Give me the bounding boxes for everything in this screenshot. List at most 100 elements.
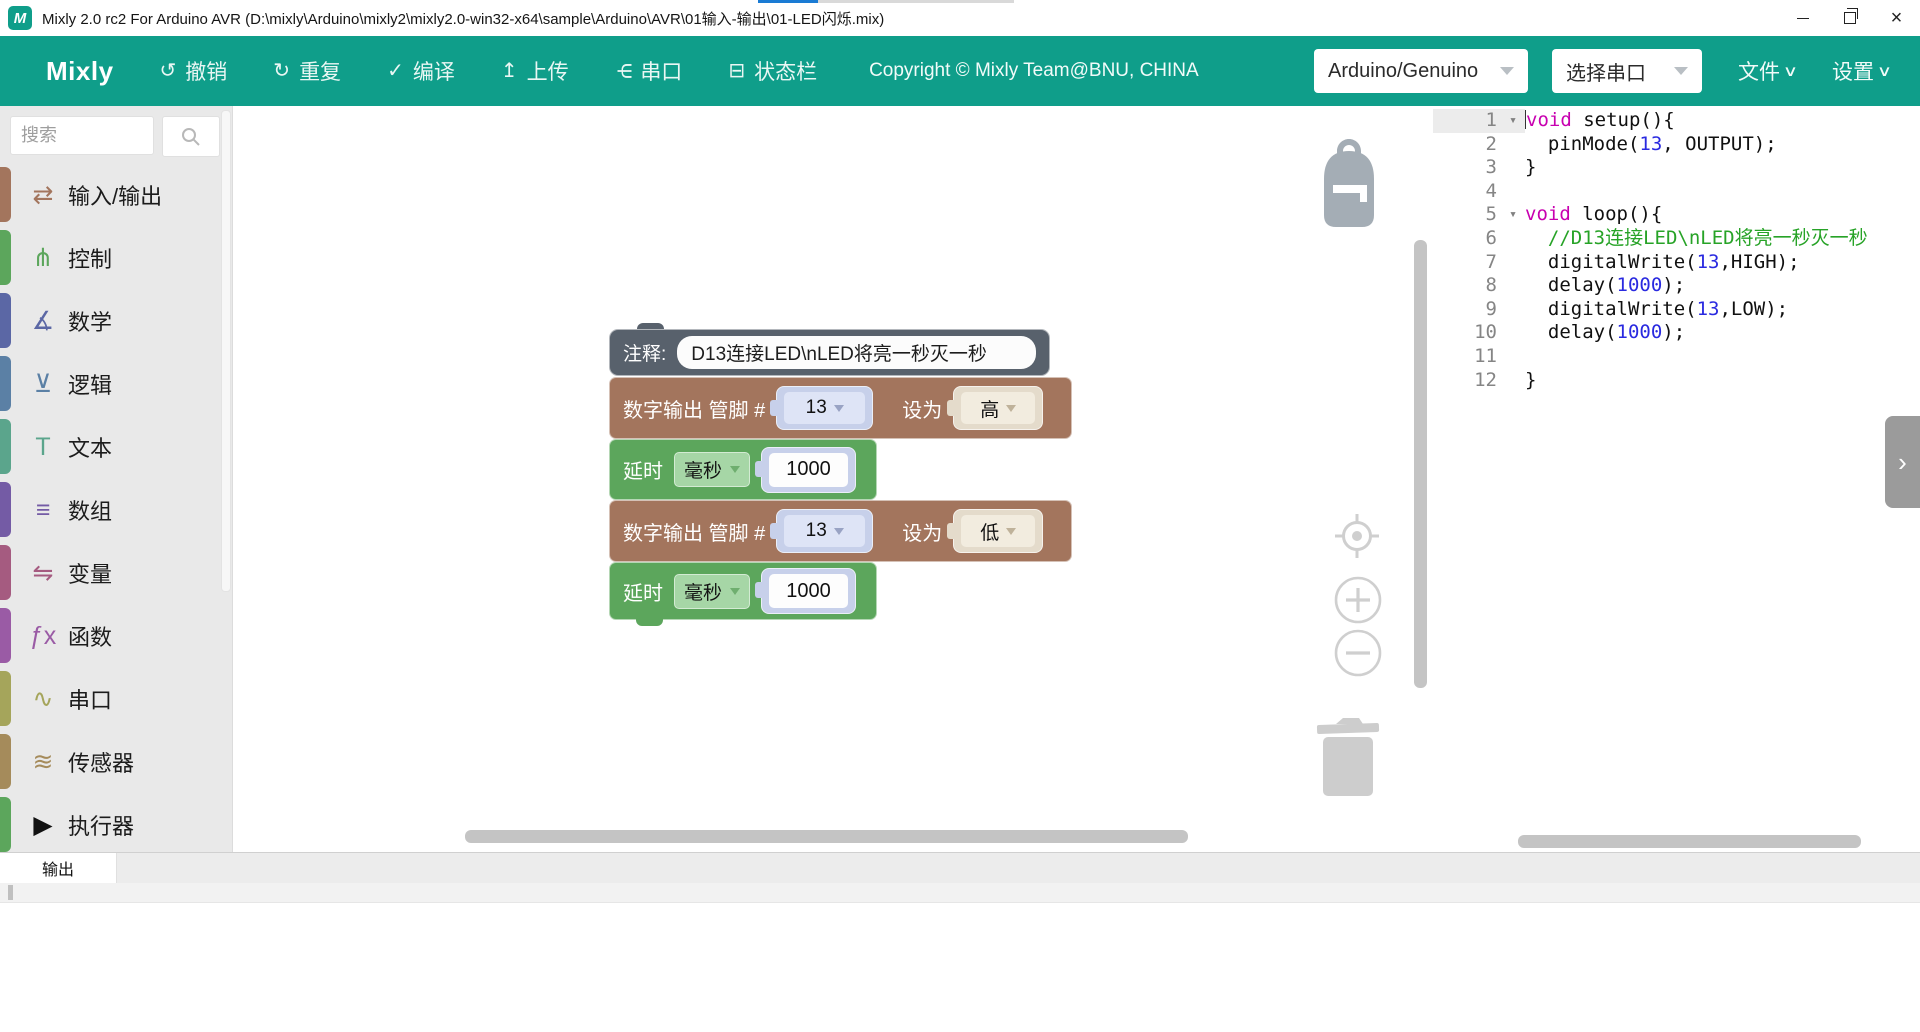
line-number: 12 [1433,369,1501,393]
pin-value: 13 [806,397,827,419]
unit-dropdown[interactable]: 毫秒 [674,574,750,609]
sidebar-scrollbar[interactable] [221,110,231,592]
output-tab-bar: 输出 [0,853,1920,883]
comment-block[interactable]: 注释: D13连接LED\nLED将亮一秒灭一秒 [609,329,1050,376]
state-block[interactable]: 高 [953,386,1043,430]
canvas-horizontal-scrollbar[interactable] [465,830,1188,843]
close-button[interactable]: × [1873,0,1920,36]
sidebar-item-5[interactable]: ≡数组 [0,478,232,541]
delay-label: 延时 [623,455,663,484]
logic-icon: ⊻ [24,370,62,398]
board-select[interactable]: Arduino/Genuino [1314,49,1528,93]
port-select[interactable]: 选择串口 [1552,49,1702,93]
sidebar-item-1[interactable]: ⋔控制 [0,226,232,289]
code-line-12: 12} [1433,369,1920,393]
state-dropdown[interactable]: 高 [961,392,1035,424]
output-panel: 输出 [0,852,1920,1032]
category-color-strip [0,419,11,474]
digital-write-block-1[interactable]: 数字输出 管脚 # 13 设为 高 [609,377,1072,439]
sidebar-item-9[interactable]: ≋传感器 [0,730,232,793]
line-number: 4 [1433,180,1501,204]
delay-block-2[interactable]: 延时 毫秒 1000 [609,562,877,620]
dropdown-caret-icon [834,405,844,412]
sidebar-item-10[interactable]: ▶执行器 [0,793,232,856]
category-label: 传感器 [68,746,134,778]
state-dropdown[interactable]: 低 [961,515,1035,547]
code-horizontal-scrollbar[interactable] [1518,835,1861,848]
tab-output[interactable]: 输出 [0,853,117,883]
blockly-workspace[interactable]: 注释: D13连接LED\nLED将亮一秒灭一秒 数字输出 管脚 # 13 设为… [233,106,1433,852]
search-button[interactable] [162,116,220,157]
pin-value: 13 [806,520,827,542]
block-notch [636,619,663,626]
sidebar-item-7[interactable]: ƒx函数 [0,604,232,667]
block-tab [947,523,955,539]
zoom-in-button[interactable] [1333,575,1383,630]
zoom-out-button[interactable] [1333,628,1383,683]
code-text: pinMode(13, OUTPUT); [1525,133,1920,157]
upload-button[interactable]: ↥上传 [501,56,569,86]
zoom-reset-button[interactable] [1333,512,1381,565]
dropdown-caret-icon [730,588,740,595]
sidebar-item-6[interactable]: ⇋变量 [0,541,232,604]
number-field[interactable]: 1000 [769,574,848,608]
sidebar-item-3[interactable]: ⊻逻辑 [0,352,232,415]
category-label: 函数 [68,620,112,652]
canvas-vertical-scrollbar[interactable] [1414,240,1427,688]
sidebar-item-2[interactable]: ∡数学 [0,289,232,352]
category-label: 数组 [68,494,112,526]
comment-text-field[interactable]: D13连接LED\nLED将亮一秒灭一秒 [677,336,1036,369]
file-menu[interactable]: 文件 ∨ [1738,56,1796,86]
minimize-button[interactable] [1779,0,1826,36]
code-line-1: 1▾void setup(){ [1433,109,1920,133]
statusbar-button[interactable]: ⊟状态栏 [728,56,817,86]
unit-value: 毫秒 [684,578,722,605]
variable-icon: ⇋ [24,559,62,587]
output-console[interactable] [0,883,1920,903]
number-field[interactable]: 1000 [769,453,848,487]
restore-button[interactable] [1826,0,1873,36]
pin-dropdown[interactable]: 13 [784,515,865,547]
trash-icon[interactable] [1316,714,1380,803]
sidebar-item-8[interactable]: ∿串口 [0,667,232,730]
category-label: 文本 [68,431,112,463]
dropdown-caret-icon [1006,405,1016,412]
code-line-8: 8 delay(1000); [1433,274,1920,298]
console-scrollbar[interactable] [8,885,13,900]
number-block[interactable]: 1000 [761,447,856,493]
upload-icon: ↥ [501,61,518,81]
serial-cat-icon: ∿ [24,685,62,713]
number-block[interactable]: 1000 [761,568,856,614]
fold-gutter [1501,156,1525,180]
copyright-text: Copyright © Mixly Team@BNU, CHINA [869,60,1199,82]
compile-button[interactable]: ✓编译 [387,56,455,86]
fold-caret-icon[interactable]: ▾ [1501,203,1525,227]
digital-write-block-2[interactable]: 数字输出 管脚 # 13 设为 低 [609,500,1072,562]
pin-number-block[interactable]: 13 [776,509,873,553]
search-input[interactable] [10,116,154,155]
pin-number-block[interactable]: 13 [776,386,873,430]
sidebar-item-0[interactable]: ⇄输入/输出 [0,163,232,226]
sensor-icon: ≋ [24,748,62,776]
fold-gutter [1501,227,1525,251]
code-panel[interactable]: 1▾void setup(){2 pinMode(13, OUTPUT);3}4… [1433,106,1920,852]
code-text: void setup(){ [1525,109,1920,133]
category-color-strip [0,545,11,600]
collapse-panel-button[interactable]: › [1885,416,1920,508]
minimize-icon [1797,18,1809,19]
state-block[interactable]: 低 [953,509,1043,553]
pin-dropdown[interactable]: 13 [784,392,865,424]
unit-dropdown[interactable]: 毫秒 [674,452,750,487]
backpack-icon[interactable] [1320,137,1378,234]
chevron-down-icon: ∨ [1783,62,1798,80]
redo-label: 重复 [299,56,341,86]
fold-caret-icon[interactable]: ▾ [1501,109,1525,133]
code-line-3: 3} [1433,156,1920,180]
sidebar-item-4[interactable]: T文本 [0,415,232,478]
serial-button[interactable]: Ψ串口 [615,56,683,86]
category-color-strip [0,356,11,411]
settings-menu[interactable]: 设置 ∨ [1832,56,1890,86]
delay-block-1[interactable]: 延时 毫秒 1000 [609,439,877,500]
redo-button[interactable]: ↻重复 [273,56,341,86]
undo-button[interactable]: ↺撤销 [160,56,228,86]
